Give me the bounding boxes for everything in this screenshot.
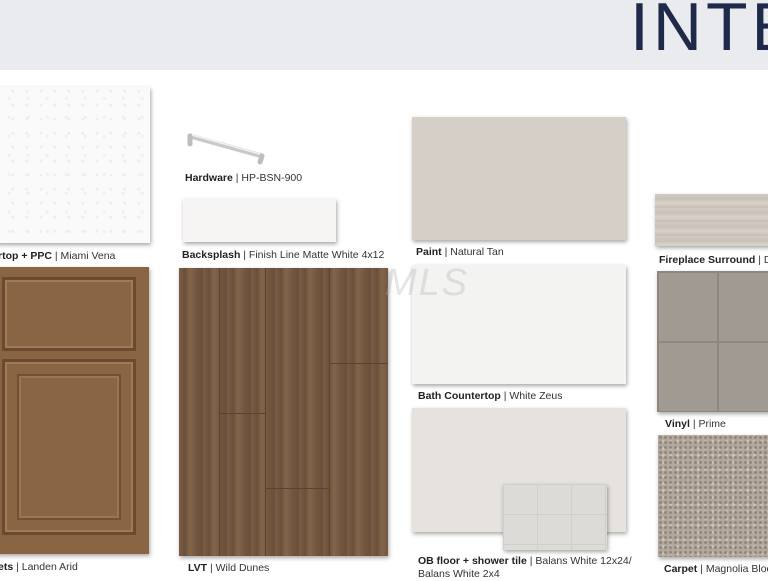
paint-swatch xyxy=(412,117,626,240)
lvt-label: LVT xyxy=(188,562,208,574)
hardware-label: Hardware xyxy=(185,172,233,184)
vinyl-caption: Vinyl | Prime xyxy=(665,418,726,431)
countertop-label: rtop + PPC xyxy=(0,250,52,262)
fireplace-caption: Fireplace Surround | Dr xyxy=(659,254,768,267)
backsplash-caption: Backsplash | Finish Line Matte White 4x1… xyxy=(182,249,384,262)
fireplace-value: | Dr xyxy=(758,254,768,266)
fireplace-swatch xyxy=(655,194,768,246)
cabinet-swatch xyxy=(0,267,149,554)
carpet-value: | Magnolia Bloo xyxy=(697,563,768,575)
cabinet-caption: ets | Landen Arid xyxy=(0,561,78,574)
countertop-value: | Miami Vena xyxy=(51,250,116,262)
hardware-caption: Hardware | HP-BSN-900 xyxy=(185,172,302,185)
drawer-pull-icon xyxy=(187,133,265,165)
lvt-caption: LVT | Wild Dunes xyxy=(188,562,269,575)
carpet-label: Carpet xyxy=(664,563,698,575)
bath-countertop-label: Bath Countertop xyxy=(418,390,501,402)
lvt-value: | Wild Dunes xyxy=(207,562,270,574)
cabinet-label: ets xyxy=(0,561,14,573)
ob-floor-value: | Balans White 12x24/ xyxy=(526,555,632,567)
paint-label: Paint xyxy=(416,246,442,258)
ob-floor-value-line2: Balans White 2x4 xyxy=(418,568,500,580)
carpet-caption: Carpet | Magnolia Bloo xyxy=(664,563,768,576)
mls-watermark: MLS xyxy=(385,262,470,304)
header-bar: INTE xyxy=(0,0,768,70)
shower-tile-swatch xyxy=(503,484,607,550)
fireplace-label: Fireplace Surround xyxy=(659,254,756,266)
vinyl-value: | Prime xyxy=(689,418,726,430)
hardware-value: | HP-BSN-900 xyxy=(232,172,303,184)
countertop-swatch xyxy=(0,87,150,243)
bath-countertop-value: | White Zeus xyxy=(500,390,563,402)
paint-value: | Natural Tan xyxy=(441,246,504,258)
page-title: INTE xyxy=(630,0,768,65)
vinyl-swatch xyxy=(657,271,768,412)
ob-floor-label: OB floor + shower tile xyxy=(418,555,527,567)
cabinet-value: | Landen Arid xyxy=(13,561,78,573)
ob-floor-caption: OB floor + shower tile | Balans White 12… xyxy=(418,555,632,581)
vinyl-label: Vinyl xyxy=(665,418,690,430)
bath-countertop-caption: Bath Countertop | White Zeus xyxy=(418,390,563,403)
paint-caption: Paint | Natural Tan xyxy=(416,246,504,259)
lvt-swatch xyxy=(179,268,388,556)
backsplash-value: | Finish Line Matte White 4x12 xyxy=(240,249,385,261)
carpet-swatch xyxy=(658,435,768,557)
backsplash-swatch xyxy=(183,199,336,242)
countertop-caption: rtop + PPC | Miami Vena xyxy=(0,250,115,263)
backsplash-label: Backsplash xyxy=(182,249,241,261)
